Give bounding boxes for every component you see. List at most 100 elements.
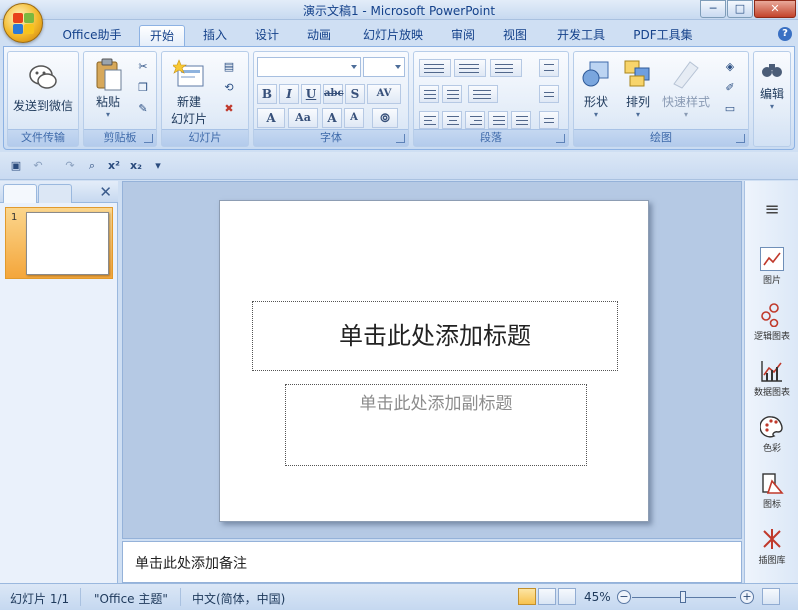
- cut-icon[interactable]: ✂: [134, 58, 152, 76]
- zoom-slider-thumb[interactable]: [680, 591, 686, 603]
- font-color-icon[interactable]: ⦾: [372, 108, 398, 128]
- side-item-icon[interactable]: 图标: [745, 471, 798, 510]
- smartart-convert-icon[interactable]: [539, 111, 559, 129]
- grow-font-icon[interactable]: A: [322, 108, 342, 128]
- strikethrough-button[interactable]: abc: [323, 84, 344, 104]
- outline-icon[interactable]: ✐: [716, 79, 744, 97]
- char-spacing-button[interactable]: AV: [367, 84, 401, 104]
- tab-outline[interactable]: [38, 184, 72, 203]
- language[interactable]: 中文(简体，中国): [192, 590, 285, 607]
- group-slides: 新建 幻灯片 ▤ ⟲ ✖ 幻灯片: [161, 51, 249, 147]
- decrease-indent-icon[interactable]: [419, 85, 439, 103]
- help-icon[interactable]: ?: [778, 27, 792, 41]
- undo-icon[interactable]: ↶: [30, 158, 46, 174]
- slide-canvas[interactable]: 单击此处添加标题 单击此处添加副标题: [219, 200, 649, 522]
- tab-slides[interactable]: [3, 184, 37, 203]
- customize-qat-icon[interactable]: ▾: [150, 158, 166, 174]
- line-spacing-icon[interactable]: [490, 59, 522, 77]
- zoom-level[interactable]: 45%: [584, 590, 611, 604]
- logic-chart-icon: [760, 303, 784, 328]
- save-icon[interactable]: ▣: [8, 158, 24, 174]
- effects-icon[interactable]: ▭: [716, 100, 744, 118]
- slide-sorter-button[interactable]: [538, 588, 556, 605]
- group-font: B I U abc S AV A Aa A A ⦾ 字体: [253, 51, 409, 147]
- subtitle-placeholder[interactable]: 单击此处添加副标题: [285, 384, 587, 466]
- italic-button[interactable]: I: [279, 84, 299, 104]
- side-item-color[interactable]: 色彩: [745, 415, 798, 454]
- tab-animation[interactable]: 动画: [298, 25, 340, 46]
- layout-icon[interactable]: ▤: [220, 58, 238, 76]
- normal-view-button[interactable]: [518, 588, 536, 605]
- drawing-dialog-launcher[interactable]: [736, 134, 745, 143]
- subscript-icon[interactable]: x₂: [128, 158, 144, 174]
- tab-insert[interactable]: 插入: [194, 25, 236, 46]
- change-case-icon[interactable]: Aa: [288, 108, 318, 128]
- tab-review[interactable]: 审阅: [442, 25, 484, 46]
- delete-slide-icon[interactable]: ✖: [220, 100, 238, 118]
- slide-thumbnail-selected[interactable]: 1: [5, 207, 113, 279]
- quick-styles-button[interactable]: 快速样式 ▾: [660, 58, 712, 119]
- shadow-button[interactable]: S: [345, 84, 365, 104]
- bullets-icon[interactable]: [419, 59, 451, 77]
- underline-button[interactable]: U: [301, 84, 321, 104]
- superscript-icon[interactable]: x²: [106, 158, 122, 174]
- shrink-font-icon[interactable]: A: [344, 108, 364, 128]
- tab-developer[interactable]: 开发工具: [550, 25, 612, 46]
- numbering-icon[interactable]: [454, 59, 486, 77]
- arrange-dropdown-arrow: ▾: [635, 110, 640, 119]
- notes-pane[interactable]: 单击此处添加备注: [122, 541, 742, 583]
- tab-design[interactable]: 设计: [246, 25, 288, 46]
- send-wechat-button[interactable]: 发送到微信: [10, 62, 76, 114]
- font-dialog-launcher[interactable]: [396, 134, 405, 143]
- redo-icon[interactable]: ↷: [62, 158, 78, 174]
- arrange-button[interactable]: 排列 ▾: [618, 58, 658, 119]
- clear-format-icon[interactable]: A: [257, 108, 285, 128]
- maximize-button[interactable]: □: [727, 0, 753, 18]
- fit-window-button[interactable]: [762, 588, 780, 605]
- side-item-data-chart[interactable]: 数据图表: [745, 359, 798, 398]
- group-clipboard: 粘贴 ▾ ✂ ❐ ✎ 剪贴板: [83, 51, 157, 147]
- side-item-logic-chart[interactable]: 逻辑图表: [745, 303, 798, 342]
- increase-indent-icon[interactable]: [442, 85, 462, 103]
- shapes-button[interactable]: 形状 ▾: [576, 58, 616, 119]
- side-item-illustration[interactable]: 插图库: [745, 527, 798, 566]
- justify-icon[interactable]: [488, 111, 508, 129]
- print-preview-icon[interactable]: ⌕: [84, 158, 100, 174]
- align-right-icon[interactable]: [465, 111, 485, 129]
- paragraph-dialog-launcher[interactable]: [556, 134, 565, 143]
- office-button[interactable]: [3, 3, 43, 43]
- zoom-out-button[interactable]: −: [617, 590, 631, 604]
- align-text-icon[interactable]: [539, 85, 559, 103]
- clipboard-dialog-launcher[interactable]: [144, 134, 153, 143]
- tab-view[interactable]: 视图: [494, 25, 536, 46]
- paste-button[interactable]: 粘贴 ▾: [88, 58, 128, 119]
- group-label-file-transfer: 文件传输: [8, 129, 78, 146]
- bold-button[interactable]: B: [257, 84, 277, 104]
- title-placeholder[interactable]: 单击此处添加标题: [252, 301, 618, 371]
- text-direction-icon[interactable]: [539, 59, 559, 77]
- close-pane-icon[interactable]: ✕: [99, 183, 112, 201]
- font-name-combo[interactable]: [257, 57, 361, 77]
- tab-home[interactable]: 开始: [139, 25, 185, 46]
- tab-office-assistant[interactable]: Office助手: [56, 25, 128, 46]
- align-left-icon[interactable]: [419, 111, 439, 129]
- collapse-panel-icon[interactable]: ≡: [745, 199, 798, 220]
- distributed-icon[interactable]: [511, 111, 531, 129]
- tab-pdf-tools[interactable]: PDF工具集: [626, 25, 700, 46]
- fill-icon[interactable]: ◈: [716, 58, 744, 76]
- close-button[interactable]: ✕: [754, 0, 796, 18]
- zoom-in-button[interactable]: +: [740, 590, 754, 604]
- new-slide-button[interactable]: 新建 幻灯片: [164, 58, 214, 127]
- slideshow-view-button[interactable]: [558, 588, 576, 605]
- tab-slideshow[interactable]: 幻灯片放映: [356, 25, 430, 46]
- reset-icon[interactable]: ⟲: [220, 79, 238, 97]
- window-title: 演示文稿1 - Microsoft PowerPoint: [302, 4, 496, 18]
- font-size-combo[interactable]: [363, 57, 405, 77]
- columns-icon[interactable]: [468, 85, 498, 103]
- minimize-button[interactable]: ─: [700, 0, 726, 18]
- align-center-icon[interactable]: [442, 111, 462, 129]
- format-painter-icon[interactable]: ✎: [134, 100, 152, 118]
- side-item-picture[interactable]: 图片: [745, 247, 798, 286]
- copy-icon[interactable]: ❐: [134, 79, 152, 97]
- edit-button[interactable]: 编辑 ▾: [755, 58, 789, 111]
